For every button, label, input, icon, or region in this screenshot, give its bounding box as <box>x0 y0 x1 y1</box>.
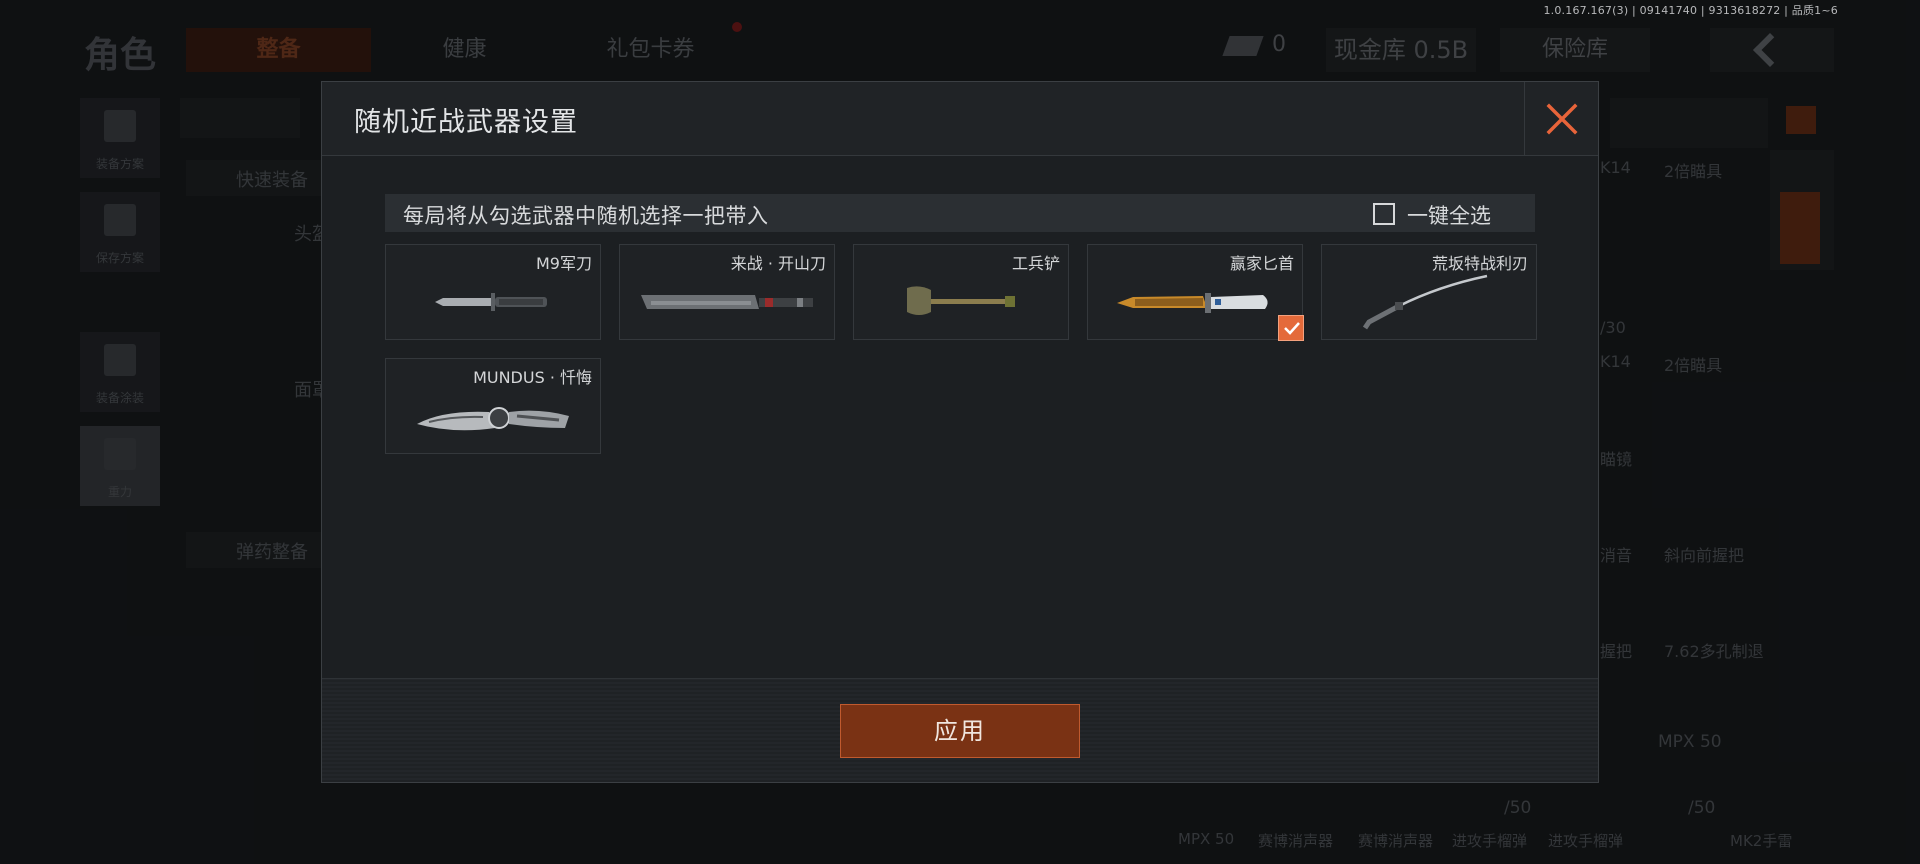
weapon-card-m9[interactable]: M9军刀 <box>385 244 601 340</box>
weapon-card-katana[interactable]: 荒坂特战利刃 <box>1321 244 1537 340</box>
apply-button[interactable]: 应用 <box>840 704 1080 758</box>
select-all-toggle[interactable]: 一键全选 <box>1373 200 1515 228</box>
close-icon <box>1546 103 1578 135</box>
melee-settings-dialog: 随机近战武器设置 每局将从勾选武器中随机选择一把带入 一键全选 M9军刀 来战 … <box>321 81 1599 783</box>
weapon-checked-badge[interactable] <box>1278 315 1304 341</box>
hint-bar: 每局将从勾选武器中随机选择一把带入 一键全选 <box>385 194 1535 232</box>
katana-icon <box>1322 271 1536 333</box>
weapon-card-shovel[interactable]: 工兵铲 <box>853 244 1069 340</box>
weapon-card-winner-dagger[interactable]: 赢家匕首 <box>1087 244 1304 341</box>
machete-icon <box>620 271 834 333</box>
close-button[interactable] <box>1524 82 1598 156</box>
select-all-label: 一键全选 <box>1407 204 1491 228</box>
golden-dagger-icon <box>1088 271 1302 333</box>
select-all-checkbox[interactable] <box>1373 203 1395 225</box>
shovel-icon <box>854 271 1068 333</box>
weapon-card-machete[interactable]: 来战 · 开山刀 <box>619 244 835 340</box>
bayonet-icon <box>386 271 600 333</box>
hint-text: 每局将从勾选武器中随机选择一把带入 <box>403 204 769 228</box>
checkmark-icon <box>1284 322 1300 335</box>
weapon-card-mundus[interactable]: MUNDUS · 忏悔 <box>385 358 601 454</box>
dialog-title: 随机近战武器设置 <box>354 107 578 138</box>
dialog-footer: 应用 <box>322 678 1598 782</box>
ornate-knife-icon <box>386 385 600 447</box>
dialog-header: 随机近战武器设置 <box>322 82 1598 156</box>
